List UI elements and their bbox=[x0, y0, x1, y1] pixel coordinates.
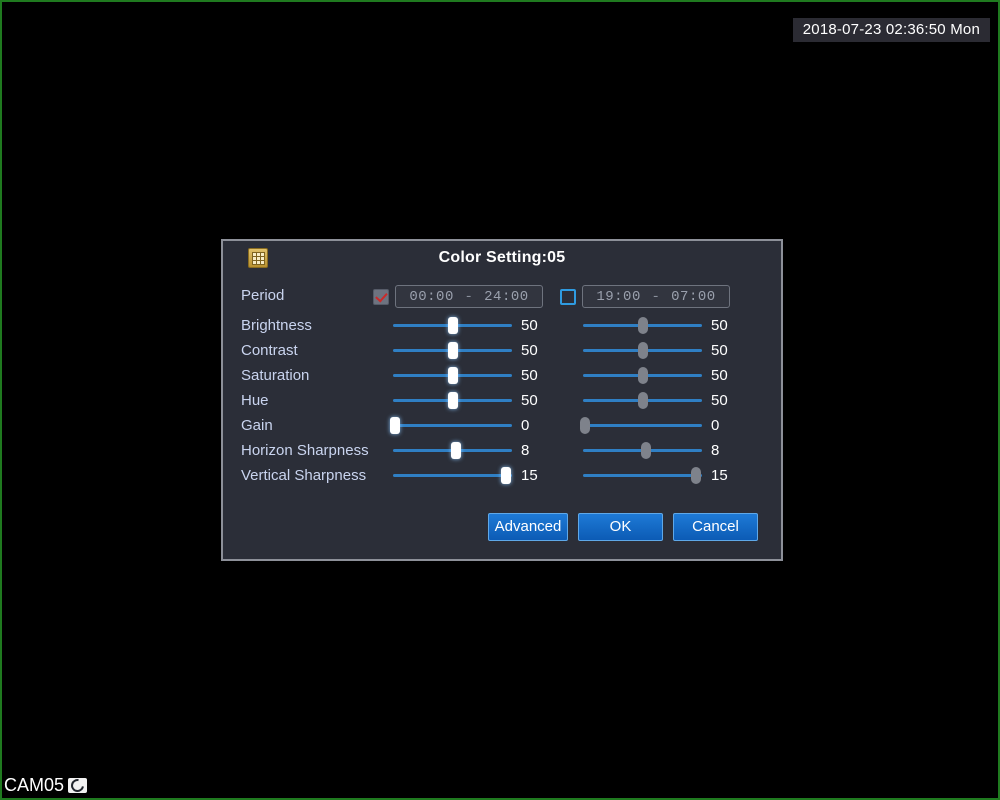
period-2-end: 07:00 bbox=[671, 288, 716, 305]
label-horizon-sharpness: Horizon Sharpness bbox=[241, 442, 369, 459]
slider-gain-period2[interactable] bbox=[580, 417, 702, 434]
slider-horizon-sharpness-period2[interactable] bbox=[583, 442, 702, 459]
value-contrast-period1: 50 bbox=[521, 342, 538, 359]
ok-button[interactable]: OK bbox=[578, 513, 663, 541]
slider-knob-horizon-sharpness-period2[interactable] bbox=[641, 442, 652, 459]
setting-row-hue: Hue 50 50 bbox=[223, 388, 781, 413]
period-2-separator: - bbox=[651, 288, 661, 305]
period-2-timerange[interactable]: 19:00-07:00 bbox=[582, 285, 730, 308]
slider-knob-hue-period1[interactable] bbox=[447, 392, 458, 409]
osd-channel-label: CAM05 bbox=[4, 775, 65, 795]
label-saturation: Saturation bbox=[241, 367, 310, 384]
value-vertical-sharpness-period2: 15 bbox=[711, 467, 728, 484]
label-gain: Gain bbox=[241, 417, 273, 434]
slider-knob-brightness-period1[interactable] bbox=[447, 317, 458, 334]
value-hue-period1: 50 bbox=[521, 392, 538, 409]
period-1-timerange[interactable]: 00:00-24:00 bbox=[395, 285, 543, 308]
value-brightness-period2: 50 bbox=[711, 317, 728, 334]
value-brightness-period1: 50 bbox=[521, 317, 538, 334]
slider-hue-period1[interactable] bbox=[393, 392, 512, 409]
period-1-start: 00:00 bbox=[409, 288, 454, 305]
slider-vertical-sharpness-period1[interactable] bbox=[393, 467, 512, 484]
slider-saturation-period1[interactable] bbox=[393, 367, 512, 384]
setting-row-horizon-sharpness: Horizon Sharpness 8 8 bbox=[223, 438, 781, 463]
period-2-start: 19:00 bbox=[596, 288, 641, 305]
page-title: Color Setting:05 bbox=[438, 249, 566, 266]
slider-brightness-period2[interactable] bbox=[583, 317, 702, 334]
slider-knob-contrast-period1[interactable] bbox=[447, 342, 458, 359]
slider-contrast-period1[interactable] bbox=[393, 342, 512, 359]
value-vertical-sharpness-period1: 15 bbox=[521, 467, 538, 484]
cancel-button[interactable]: Cancel bbox=[673, 513, 758, 541]
period-row: Period 00:00-24:00 19:00-07:00 bbox=[223, 283, 781, 313]
slider-brightness-period1[interactable] bbox=[393, 317, 512, 334]
label-hue: Hue bbox=[241, 392, 269, 409]
slider-knob-saturation-period2[interactable] bbox=[637, 367, 648, 384]
advanced-button[interactable]: Advanced bbox=[488, 513, 568, 541]
period-1-separator: - bbox=[464, 288, 474, 305]
label-brightness: Brightness bbox=[241, 317, 312, 334]
value-contrast-period2: 50 bbox=[711, 342, 728, 359]
record-camera-icon bbox=[68, 778, 88, 793]
value-hue-period2: 50 bbox=[711, 392, 728, 409]
setting-row-gain: Gain 0 0 bbox=[223, 413, 781, 438]
slider-knob-brightness-period2[interactable] bbox=[637, 317, 648, 334]
setting-row-contrast: Contrast 50 50 bbox=[223, 338, 781, 363]
settings-rows: Period 00:00-24:00 19:00-07:00 Brightness 50… bbox=[223, 283, 781, 488]
slider-knob-horizon-sharpness-period1[interactable] bbox=[451, 442, 462, 459]
setting-row-saturation: Saturation 50 50 bbox=[223, 363, 781, 388]
video-preview-screen: 2018-07-23 02:36:50 Mon CAM05 Color Sett… bbox=[0, 0, 1000, 800]
value-gain-period2: 0 bbox=[711, 417, 720, 434]
osd-channel-name: CAM05 bbox=[4, 775, 88, 796]
slider-knob-gain-period1[interactable] bbox=[390, 417, 401, 434]
setting-row-vertical-sharpness: Vertical Sharpness 15 15 bbox=[223, 463, 781, 488]
slider-gain-period1[interactable] bbox=[390, 417, 512, 434]
value-saturation-period2: 50 bbox=[711, 367, 728, 384]
period-2-checkbox[interactable] bbox=[560, 289, 576, 305]
period-1-end: 24:00 bbox=[484, 288, 529, 305]
slider-knob-contrast-period2[interactable] bbox=[637, 342, 648, 359]
value-horizon-sharpness-period1: 8 bbox=[521, 442, 530, 459]
slider-knob-hue-period2[interactable] bbox=[637, 392, 648, 409]
slider-saturation-period2[interactable] bbox=[583, 367, 702, 384]
setting-row-brightness: Brightness 50 50 bbox=[223, 313, 781, 338]
color-setting-dialog: Color Setting:05 Period 00:00-24:00 19:00-… bbox=[221, 239, 783, 561]
slider-contrast-period2[interactable] bbox=[583, 342, 702, 359]
dialog-button-bar: Advanced OK Cancel bbox=[223, 513, 781, 541]
value-gain-period1: 0 bbox=[521, 417, 530, 434]
period-label: Period bbox=[241, 287, 285, 304]
osd-timestamp: 2018-07-23 02:36:50 Mon bbox=[792, 18, 990, 42]
label-contrast: Contrast bbox=[241, 342, 298, 359]
slider-knob-gain-period2[interactable] bbox=[580, 417, 591, 434]
dialog-title-bar: Color Setting:05 bbox=[223, 241, 781, 275]
slider-horizon-sharpness-period1[interactable] bbox=[393, 442, 512, 459]
slider-hue-period2[interactable] bbox=[583, 392, 702, 409]
slider-vertical-sharpness-period2[interactable] bbox=[583, 467, 702, 484]
slider-knob-saturation-period1[interactable] bbox=[447, 367, 458, 384]
slider-knob-vertical-sharpness-period2[interactable] bbox=[691, 467, 702, 484]
label-vertical-sharpness: Vertical Sharpness bbox=[241, 467, 367, 484]
period-1-checkbox[interactable] bbox=[373, 289, 389, 305]
slider-knob-vertical-sharpness-period1[interactable] bbox=[501, 467, 512, 484]
value-saturation-period1: 50 bbox=[521, 367, 538, 384]
value-horizon-sharpness-period2: 8 bbox=[711, 442, 720, 459]
